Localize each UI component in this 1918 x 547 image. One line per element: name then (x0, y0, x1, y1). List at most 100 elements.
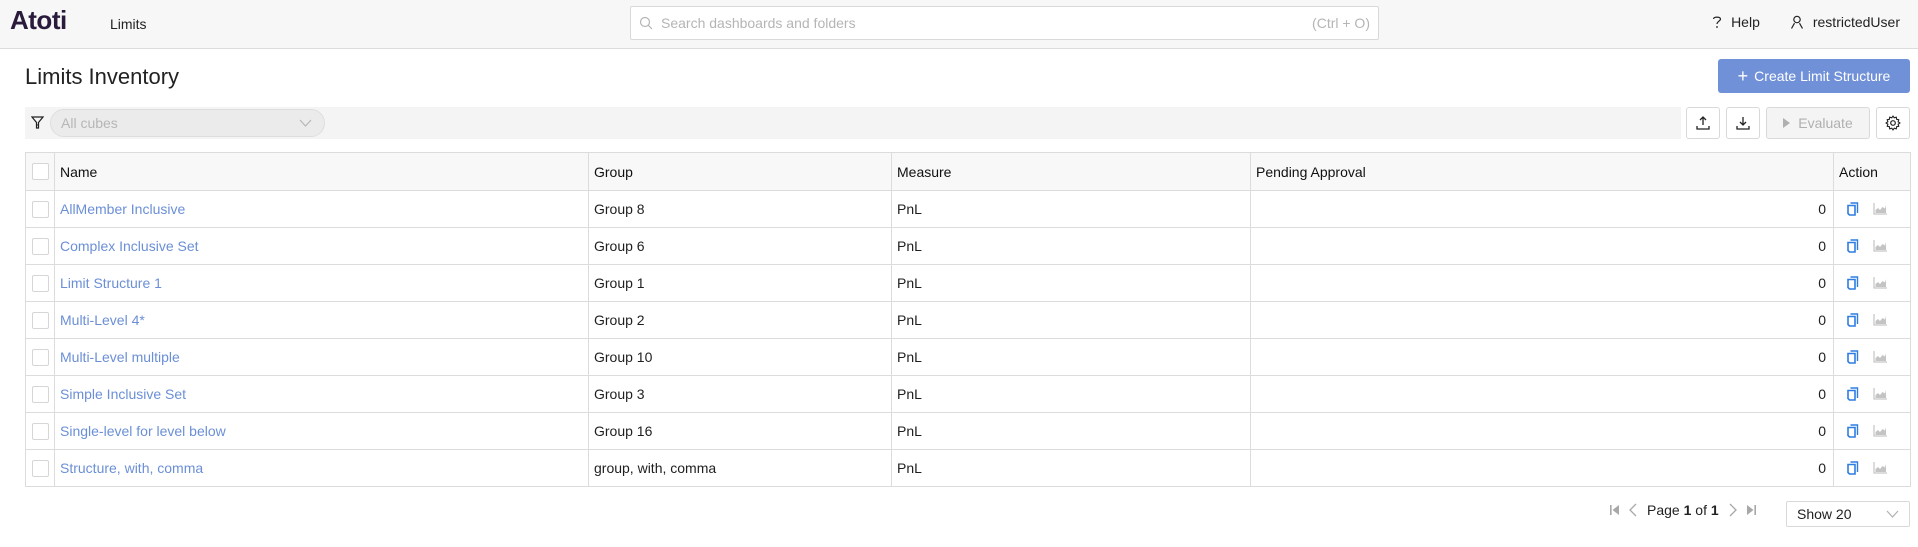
upload-button[interactable] (1686, 107, 1720, 139)
download-icon (1736, 116, 1750, 130)
page-of-label: of (1695, 502, 1707, 518)
row-checkbox[interactable] (32, 201, 49, 218)
table-row: Complex Inclusive Set Group 6 PnL 0 (26, 228, 1911, 265)
name-cell: Single-level for level below (55, 413, 589, 450)
measure-cell: PnL (892, 450, 1251, 487)
evaluate-button[interactable]: Evaluate (1766, 107, 1870, 139)
action-cell (1834, 302, 1911, 339)
row-select-cell (26, 191, 55, 228)
chart-icon[interactable] (1873, 462, 1887, 474)
copy-icon[interactable] (1847, 276, 1859, 290)
column-header-group[interactable]: Group (589, 153, 892, 191)
measure-cell: PnL (892, 339, 1251, 376)
name-cell: Limit Structure 1 (55, 265, 589, 302)
filter-icon[interactable] (31, 116, 44, 129)
copy-icon[interactable] (1847, 424, 1859, 438)
limit-structure-link[interactable]: Limit Structure 1 (60, 275, 162, 291)
row-checkbox[interactable] (32, 312, 49, 329)
last-page-button[interactable] (1747, 505, 1756, 515)
chart-icon[interactable] (1873, 388, 1887, 400)
page-size-label: Show 20 (1797, 506, 1851, 522)
action-cell (1834, 339, 1911, 376)
row-checkbox[interactable] (32, 423, 49, 440)
pending-approval-cell: 0 (1251, 376, 1834, 413)
action-cell (1834, 191, 1911, 228)
chart-icon[interactable] (1873, 277, 1887, 289)
column-header-pending-approval[interactable]: Pending Approval (1251, 153, 1834, 191)
next-page-button[interactable] (1729, 503, 1737, 517)
name-cell: Multi-Level 4* (55, 302, 589, 339)
limit-structure-link[interactable]: AllMember Inclusive (60, 201, 185, 217)
download-button[interactable] (1726, 107, 1760, 139)
limit-structure-link[interactable]: Multi-Level 4* (60, 312, 145, 328)
measure-cell: PnL (892, 265, 1251, 302)
table-header-row: Name Group Measure Pending Approval Acti… (26, 153, 1911, 191)
pending-approval-cell: 0 (1251, 265, 1834, 302)
previous-page-button[interactable] (1629, 503, 1637, 517)
limit-structure-link[interactable]: Single-level for level below (60, 423, 226, 439)
limit-structure-link[interactable]: Complex Inclusive Set (60, 238, 199, 254)
user-name: restrictedUser (1813, 14, 1900, 30)
copy-icon[interactable] (1847, 202, 1859, 216)
name-cell: Simple Inclusive Set (55, 376, 589, 413)
gear-icon (1885, 115, 1901, 131)
pending-approval-cell: 0 (1251, 450, 1834, 487)
limit-structure-link[interactable]: Simple Inclusive Set (60, 386, 186, 402)
app-name-link[interactable]: Limits (110, 16, 147, 32)
chart-icon[interactable] (1873, 425, 1887, 437)
search-icon (639, 16, 653, 30)
chart-icon[interactable] (1873, 240, 1887, 252)
row-checkbox[interactable] (32, 238, 49, 255)
select-all-checkbox[interactable] (32, 163, 49, 180)
name-cell: Structure, with, comma (55, 450, 589, 487)
row-checkbox[interactable] (32, 275, 49, 292)
search-box[interactable]: (Ctrl + O) (630, 6, 1379, 40)
name-cell: AllMember Inclusive (55, 191, 589, 228)
user-menu[interactable]: restrictedUser (1790, 14, 1900, 30)
create-button-label: Create Limit Structure (1754, 68, 1890, 84)
page-title: Limits Inventory (25, 64, 179, 90)
help-button[interactable]: Help (1712, 14, 1760, 30)
settings-button[interactable] (1876, 107, 1910, 139)
first-page-button[interactable] (1610, 505, 1619, 515)
column-header-measure[interactable]: Measure (892, 153, 1251, 191)
question-icon (1712, 15, 1722, 29)
copy-icon[interactable] (1847, 313, 1859, 327)
chart-icon[interactable] (1873, 314, 1887, 326)
page-size-select[interactable]: Show 20 (1786, 501, 1910, 527)
first-page-icon (1610, 505, 1619, 515)
pending-approval-cell: 0 (1251, 413, 1834, 450)
create-limit-structure-button[interactable]: + Create Limit Structure (1718, 59, 1910, 93)
row-checkbox[interactable] (32, 349, 49, 366)
total-pages: 1 (1711, 502, 1719, 518)
evaluate-label: Evaluate (1798, 115, 1852, 131)
limit-structure-link[interactable]: Multi-Level multiple (60, 349, 180, 365)
row-select-cell (26, 302, 55, 339)
pending-approval-cell: 0 (1251, 228, 1834, 265)
atoti-logo[interactable]: Atoti (10, 5, 67, 36)
copy-icon[interactable] (1847, 461, 1859, 475)
action-cell (1834, 450, 1911, 487)
limit-structure-link[interactable]: Structure, with, comma (60, 460, 203, 476)
column-header-name[interactable]: Name (55, 153, 589, 191)
chevron-down-icon (1886, 510, 1899, 518)
chart-icon[interactable] (1873, 351, 1887, 363)
group-cell: group, with, comma (589, 450, 892, 487)
row-checkbox[interactable] (32, 386, 49, 403)
copy-icon[interactable] (1847, 387, 1859, 401)
action-cell (1834, 228, 1911, 265)
pending-approval-cell: 0 (1251, 191, 1834, 228)
row-checkbox[interactable] (32, 460, 49, 477)
group-cell: Group 3 (589, 376, 892, 413)
plus-icon: + (1738, 67, 1749, 85)
chart-icon[interactable] (1873, 203, 1887, 215)
action-cell (1834, 376, 1911, 413)
copy-icon[interactable] (1847, 350, 1859, 364)
cube-select[interactable]: All cubes (50, 109, 325, 137)
search-input[interactable] (659, 14, 1312, 32)
row-select-cell (26, 339, 55, 376)
table-row: Single-level for level below Group 16 Pn… (26, 413, 1911, 450)
copy-icon[interactable] (1847, 239, 1859, 253)
row-select-cell (26, 265, 55, 302)
action-cell (1834, 413, 1911, 450)
